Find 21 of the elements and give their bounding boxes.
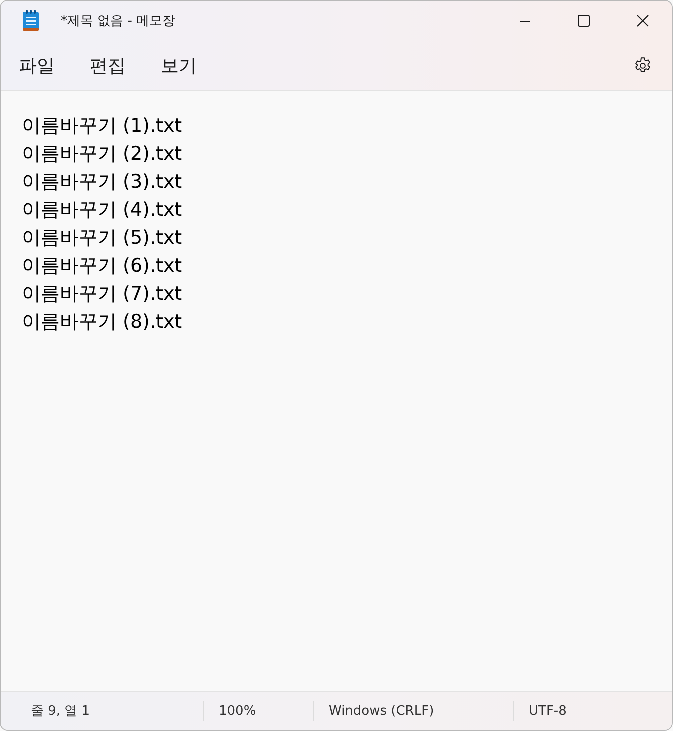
menu-item[interactable]: 보기	[150, 50, 208, 82]
text-line: 이름바꾸기 (7).txt	[22, 282, 182, 307]
text-line: 이름바꾸기 (2).txt	[22, 142, 182, 167]
encoding-label[interactable]: UTF-8	[529, 704, 567, 718]
text-line: 이름바꾸기 (1).txt	[22, 114, 182, 139]
cursor-position: 줄 9, 열 1	[31, 703, 90, 720]
line-ending-label[interactable]: Windows (CRLF)	[329, 704, 434, 718]
minimize-icon	[520, 20, 530, 22]
menu-item[interactable]: 편집	[79, 50, 137, 82]
menu-item[interactable]: 파일	[8, 50, 66, 82]
text-line: 이름바꾸기 (5).txt	[22, 226, 182, 251]
settings-icon	[634, 56, 652, 74]
text-line: 이름바꾸기 (6).txt	[22, 254, 182, 279]
text-line: 이름바꾸기 (8).txt	[22, 310, 182, 335]
close-icon	[636, 15, 648, 27]
window-title: *제목 없음 - 메모장	[61, 13, 176, 30]
maximize-icon	[578, 15, 590, 27]
zoom-level[interactable]: 100%	[219, 704, 256, 718]
text-line: 이름바꾸기 (3).txt	[22, 170, 182, 195]
notepad-icon	[22, 10, 40, 32]
text-line: 이름바꾸기 (4).txt	[22, 198, 182, 223]
